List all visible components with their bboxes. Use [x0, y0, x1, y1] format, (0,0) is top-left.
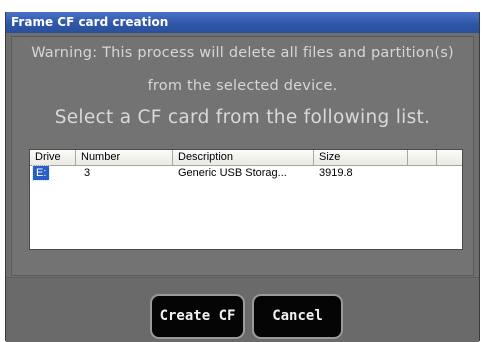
column-header-drive[interactable]: Drive: [30, 150, 76, 166]
button-bar: Create CF Cancel: [6, 277, 479, 342]
device-list[interactable]: Drive Number Description Size E: 3 Gener…: [29, 149, 463, 250]
instruction-text: Select a CF card from the following list…: [54, 107, 431, 128]
row-number-cell: 3: [84, 167, 91, 179]
warning-text-line-1: Warning: This process will delete all fi…: [31, 45, 454, 61]
cancel-button[interactable]: Cancel: [252, 294, 343, 339]
table-row[interactable]: E: 3 Generic USB Storag... 3919.8: [30, 165, 462, 181]
row-drive-cell[interactable]: E:: [31, 165, 51, 181]
title-bar[interactable]: Frame CF card creation: [6, 12, 479, 33]
create-cf-button[interactable]: Create CF: [150, 294, 245, 339]
warning-text-line-2: from the selected device.: [147, 78, 338, 94]
row-size-cell: 3919.8: [319, 167, 353, 179]
content-panel: Warning: This process will delete all fi…: [11, 36, 474, 276]
column-header-filler: [437, 150, 462, 166]
column-header-extra[interactable]: [408, 150, 437, 166]
column-header-number[interactable]: Number: [76, 150, 173, 166]
window-title: Frame CF card creation: [11, 15, 169, 29]
cf-card-creation-dialog: Frame CF card creation Warning: This pro…: [5, 12, 480, 342]
column-header-description[interactable]: Description: [173, 150, 314, 166]
device-list-header: Drive Number Description Size: [30, 150, 462, 166]
row-description-cell: Generic USB Storag...: [178, 167, 287, 179]
column-header-size[interactable]: Size: [314, 150, 408, 166]
